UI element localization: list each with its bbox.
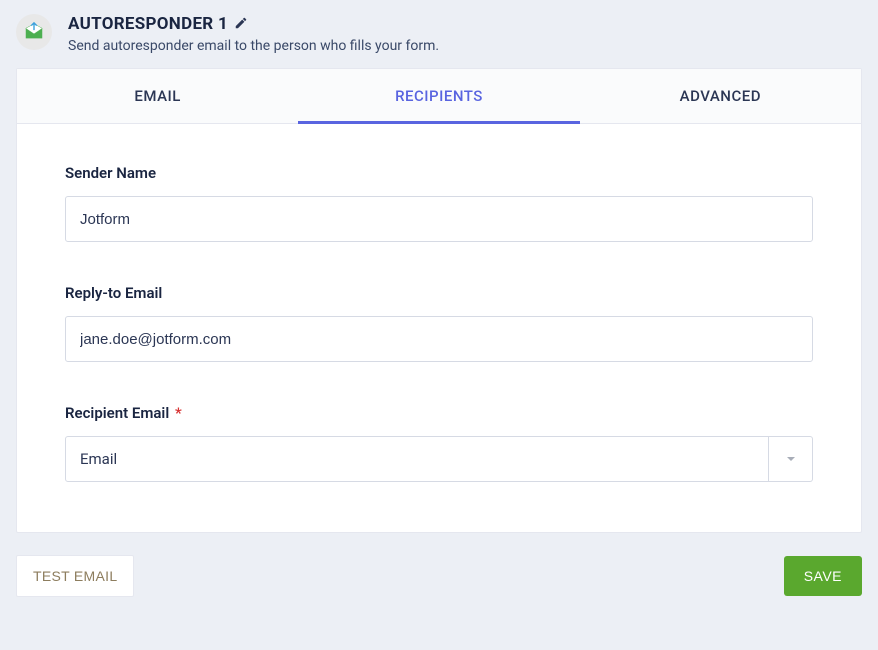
footer-actions: TEST EMAIL SAVE (16, 555, 862, 597)
recipient-email-select[interactable]: Email (65, 436, 813, 482)
recipient-email-label: Recipient Email * (65, 404, 813, 422)
page-subtitle: Send autoresponder email to the person w… (68, 38, 862, 54)
tab-advanced[interactable]: ADVANCED (580, 69, 861, 123)
sender-name-label: Sender Name (65, 164, 813, 182)
required-mark: * (175, 404, 182, 422)
settings-panel: EMAIL RECIPIENTS ADVANCED Sender Name Re… (16, 68, 862, 533)
page-title: AUTORESPONDER 1 (68, 14, 228, 34)
settings-header: AUTORESPONDER 1 Send autoresponder email… (16, 8, 862, 68)
save-button[interactable]: SAVE (784, 556, 862, 596)
test-email-button[interactable]: TEST EMAIL (16, 555, 134, 597)
tab-bar: EMAIL RECIPIENTS ADVANCED (17, 69, 861, 124)
recipient-email-value[interactable]: Email (65, 436, 769, 482)
form-area: Sender Name Reply-to Email Recipient Ema… (17, 124, 861, 532)
reply-to-label: Reply-to Email (65, 284, 813, 302)
chevron-down-icon[interactable] (769, 436, 813, 482)
field-sender-name: Sender Name (65, 164, 813, 242)
recipient-email-label-text: Recipient Email (65, 404, 169, 422)
field-reply-to: Reply-to Email (65, 284, 813, 362)
header-text: AUTORESPONDER 1 Send autoresponder email… (68, 14, 862, 54)
tab-email[interactable]: EMAIL (17, 69, 298, 123)
edit-title-icon[interactable] (234, 15, 248, 34)
sender-name-input[interactable] (65, 196, 813, 242)
field-recipient-email: Recipient Email * Email (65, 404, 813, 482)
reply-to-input[interactable] (65, 316, 813, 362)
tab-recipients[interactable]: RECIPIENTS (298, 69, 579, 123)
envelope-icon (16, 14, 52, 50)
